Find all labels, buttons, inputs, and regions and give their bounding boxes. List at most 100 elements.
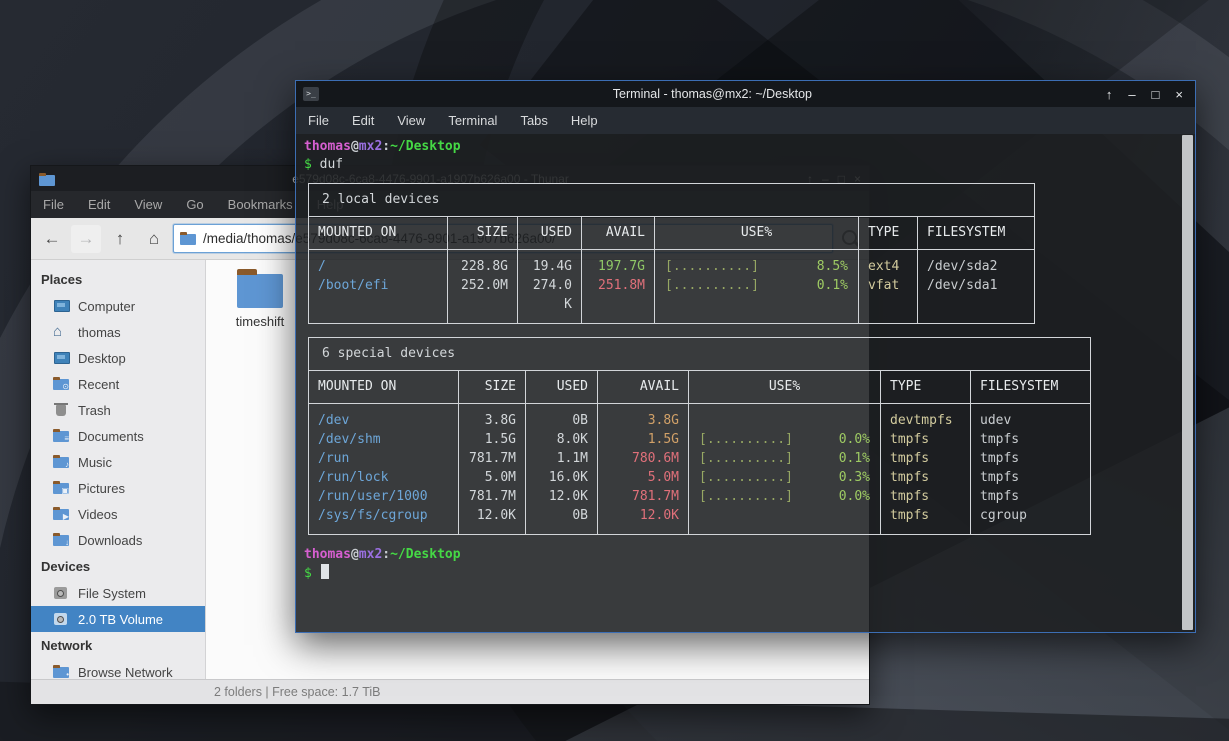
duf-spacer [918, 314, 1034, 323]
duf-used: 0B [526, 411, 598, 430]
duf-avail: 781.7M [598, 487, 689, 506]
menu-bookmarks[interactable]: Bookmarks [228, 197, 293, 212]
forward-button[interactable]: → [71, 225, 101, 253]
menu-edit[interactable]: Edit [88, 197, 110, 212]
duf-filesystem: tmpfs [971, 487, 1090, 506]
duf-type: tmpfs [881, 449, 971, 468]
duf-size: 781.7M [459, 487, 526, 506]
sidebar-header-devices: Devices [31, 553, 205, 580]
sidebar-item-filesystem[interactable]: File System [31, 580, 205, 606]
duf-used: 16.0K [526, 468, 598, 487]
recent-folder-icon: ⊙ [53, 377, 70, 391]
network-folder-icon: • [53, 665, 70, 679]
trash-icon [53, 403, 70, 417]
sidebar-item-trash[interactable]: Trash [31, 397, 205, 423]
music-folder-icon: ♪ [53, 455, 70, 469]
duf-spacer [526, 404, 598, 411]
duf-spacer [971, 404, 1090, 411]
menu-edit[interactable]: Edit [352, 113, 374, 128]
duf-size: 228.8G [448, 257, 518, 276]
sidebar-item-computer[interactable]: Computer [31, 293, 205, 319]
duf-header: TYPE [881, 371, 971, 404]
duf-mount: / [309, 257, 448, 276]
sidebar-item-browse-network[interactable]: • Browse Network [31, 659, 205, 679]
duf-table-local-devices: 2 local devicesMOUNTED ONSIZEUSEDAVAILUS… [308, 183, 1035, 324]
input-line[interactable]: $ [304, 564, 1181, 583]
duf-spacer [582, 250, 655, 257]
sidebar-item-recent[interactable]: ⊙ Recent [31, 371, 205, 397]
drive-icon [53, 612, 70, 626]
duf-spacer [881, 404, 971, 411]
home-icon: ⌂ [53, 325, 70, 339]
folder-icon [237, 274, 283, 308]
sidebar-item-music[interactable]: ♪ Music [31, 449, 205, 475]
duf-avail: 780.6M [598, 449, 689, 468]
terminal-icon: >_ [303, 87, 319, 101]
terminal-close-button[interactable]: × [1175, 87, 1183, 102]
duf-header: TYPE [859, 217, 918, 250]
duf-table-title: 6 special devices [309, 338, 1090, 371]
duf-header: AVAIL [598, 371, 689, 404]
duf-header: AVAIL [582, 217, 655, 250]
duf-header: USED [526, 371, 598, 404]
sidebar-item-downloads[interactable]: ↓ Downloads [31, 527, 205, 553]
back-button[interactable]: ← [37, 225, 67, 253]
sidebar-item-desktop[interactable]: Desktop [31, 345, 205, 371]
duf-filesystem: tmpfs [971, 468, 1090, 487]
duf-spacer [881, 525, 971, 534]
duf-filesystem: /dev/sda2 [918, 257, 1034, 276]
sidebar-header-network: Network [31, 632, 205, 659]
documents-folder-icon: ≡ [53, 429, 70, 443]
menu-view[interactable]: View [134, 197, 162, 212]
file-label: timeshift [218, 314, 302, 329]
terminal-maximize-button[interactable]: □ [1152, 87, 1160, 102]
folder-icon [180, 232, 197, 246]
duf-type: tmpfs [881, 468, 971, 487]
menu-file[interactable]: File [308, 113, 329, 128]
duf-filesystem: cgroup [971, 506, 1090, 525]
terminal-scrollbar[interactable] [1182, 135, 1193, 630]
menu-help[interactable]: Help [571, 113, 598, 128]
duf-mount: /run [309, 449, 459, 468]
sidebar-item-videos[interactable]: ▶ Videos [31, 501, 205, 527]
duf-mount: /run/lock [309, 468, 459, 487]
file-item-timeshift[interactable]: timeshift [218, 268, 302, 329]
sidebar-header-places: Places [31, 266, 205, 293]
menu-tabs[interactable]: Tabs [520, 113, 547, 128]
menu-terminal[interactable]: Terminal [448, 113, 497, 128]
menu-file[interactable]: File [43, 197, 64, 212]
duf-spacer [448, 250, 518, 257]
duf-use-percent: [..........]0.1% [655, 276, 859, 314]
duf-spacer [859, 314, 918, 323]
menu-view[interactable]: View [397, 113, 425, 128]
duf-header: FILESYSTEM [918, 217, 1034, 250]
duf-size: 5.0M [459, 468, 526, 487]
menu-go[interactable]: Go [186, 197, 203, 212]
sidebar-item-pictures[interactable]: ▣ Pictures [31, 475, 205, 501]
duf-spacer [459, 404, 526, 411]
duf-size: 3.8G [459, 411, 526, 430]
duf-header: USE% [655, 217, 859, 250]
terminal-shade-button[interactable]: ↑ [1106, 87, 1113, 102]
sidebar-item-volume[interactable]: 2.0 TB Volume [31, 606, 205, 632]
duf-spacer [655, 314, 859, 323]
duf-avail: 197.7G [582, 257, 655, 276]
duf-spacer [518, 250, 582, 257]
duf-use-percent: [..........]0.0% [689, 430, 881, 449]
duf-spacer [459, 525, 526, 534]
duf-spacer [518, 314, 582, 323]
terminal-content[interactable]: thomas@mx2:~/Desktop $ duf 2 local devic… [296, 134, 1195, 632]
sidebar-item-home[interactable]: ⌂ thomas [31, 319, 205, 345]
up-button[interactable]: ↑ [105, 225, 135, 253]
terminal-titlebar[interactable]: >_ Terminal - thomas@mx2: ~/Desktop ↑ – … [296, 81, 1195, 107]
sidebar-item-documents[interactable]: ≡ Documents [31, 423, 205, 449]
folder-icon [39, 173, 54, 185]
duf-spacer [971, 525, 1090, 534]
desktop: e579d08c-6ca8-4476-9901-a1907b626a00 - T… [0, 0, 1229, 741]
duf-avail: 3.8G [598, 411, 689, 430]
home-button[interactable]: ⌂ [139, 225, 169, 253]
duf-avail: 5.0M [598, 468, 689, 487]
duf-spacer [309, 404, 459, 411]
duf-used: 0B [526, 506, 598, 525]
terminal-minimize-button[interactable]: – [1128, 87, 1135, 102]
